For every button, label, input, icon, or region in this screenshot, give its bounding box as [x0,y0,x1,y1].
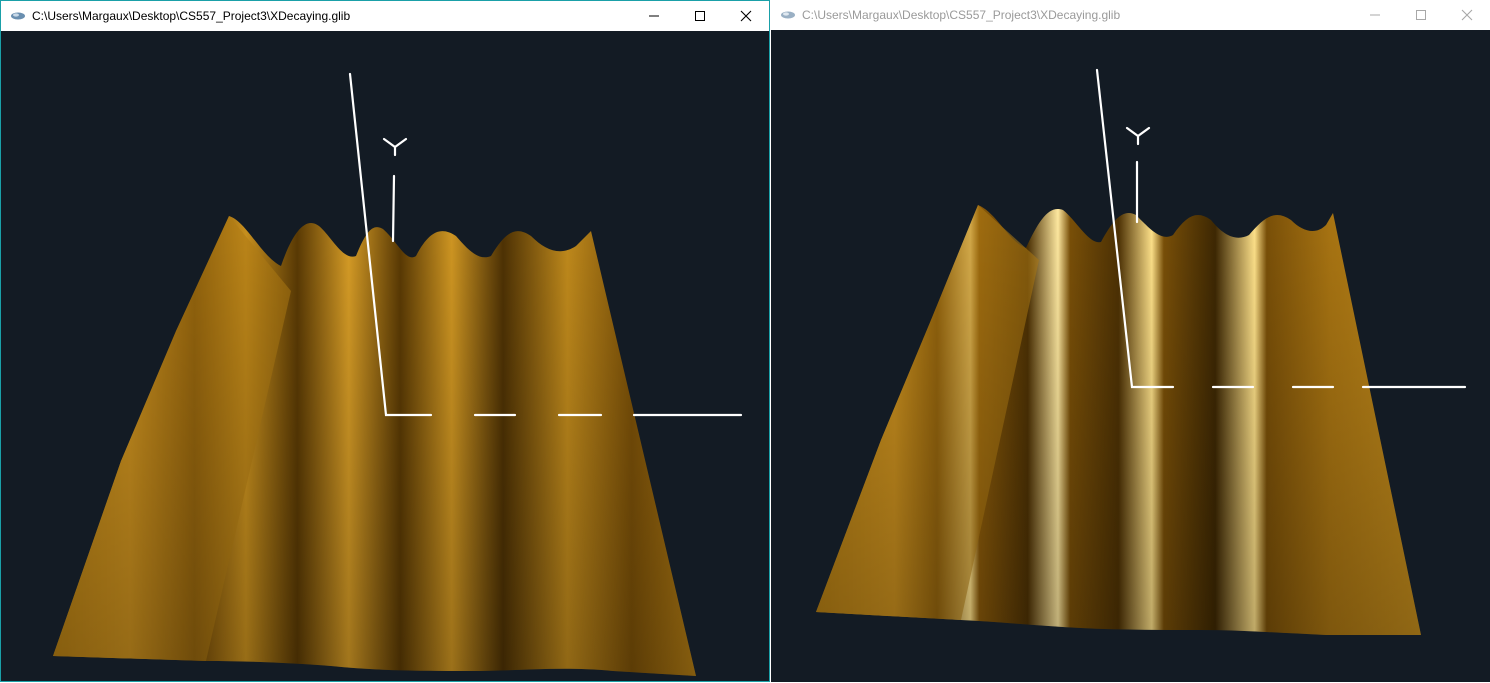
close-button[interactable] [1444,0,1490,30]
glib-window-left: C:\Users\Margaux\Desktop\CS557_Project3\… [0,0,770,682]
render-viewport[interactable] [771,30,1490,682]
minimize-button[interactable] [1352,0,1398,30]
minimize-icon [649,15,659,17]
wave-surface-render [53,72,743,676]
close-button[interactable] [723,1,769,31]
title-bar[interactable]: C:\Users\Margaux\Desktop\CS557_Project3\… [1,1,769,31]
title-bar[interactable]: C:\Users\Margaux\Desktop\CS557_Project3\… [771,0,1490,30]
render-viewport[interactable] [1,31,769,681]
maximize-button[interactable] [677,1,723,31]
glib-window-right: C:\Users\Margaux\Desktop\CS557_Project3\… [771,0,1490,682]
maximize-icon [1416,10,1426,20]
maximize-icon [695,11,705,21]
window-title: C:\Users\Margaux\Desktop\CS557_Project3\… [802,8,1121,22]
close-icon [1461,9,1473,21]
minimize-button[interactable] [631,1,677,31]
app-icon [781,11,795,19]
minimize-icon [1370,14,1380,16]
maximize-button[interactable] [1398,0,1444,30]
close-icon [740,10,752,22]
window-title: C:\Users\Margaux\Desktop\CS557_Project3\… [32,9,351,23]
wave-surface-render [816,68,1467,635]
app-icon [11,12,25,20]
